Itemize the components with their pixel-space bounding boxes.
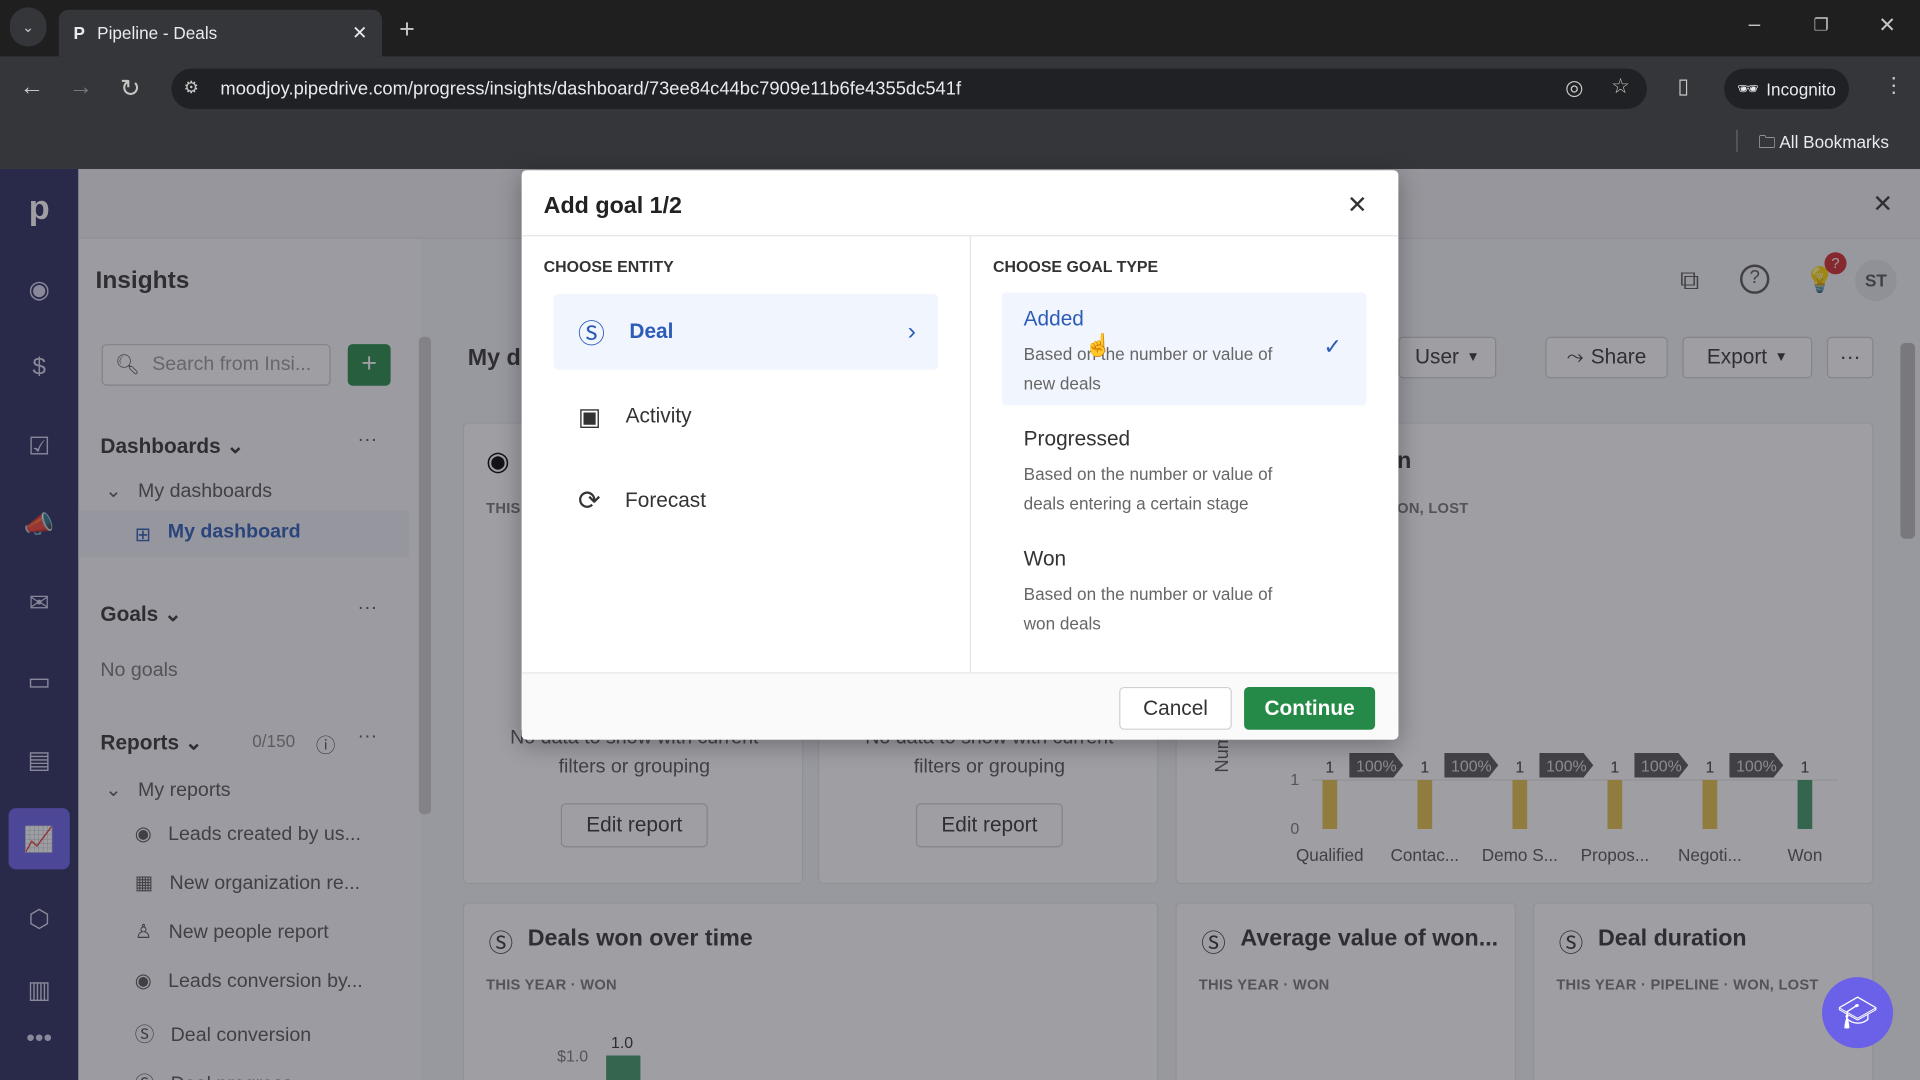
check-icon: ✓ [1323,334,1343,359]
mouse-cursor-icon: ☝ [1084,333,1113,358]
modal-close-icon[interactable]: ✕ [1347,190,1368,221]
tab-title: Pipeline - Deals [97,23,218,43]
academy-graduation-cap-icon[interactable]: 🎓︎ [1822,977,1894,1049]
browser-toolbar: ← → ↻ ⚙ moodjoy.pipedrive.com/progress/i… [0,56,1920,169]
entity-forecast[interactable]: ⟳ Forecast [553,463,937,539]
incognito-label: Incognito [1766,78,1836,99]
dollar-icon: Ⓢ [577,318,605,349]
url-text: moodjoy.pipedrive.com/progress/insights/… [220,78,962,100]
site-info-icon[interactable]: ⚙ [184,77,199,98]
continue-button[interactable]: Continue [1244,686,1376,730]
incognito-badge[interactable]: 🕶 Incognito [1724,68,1849,109]
folder-icon: 🗀 [1758,132,1776,152]
divider [969,236,972,673]
star-icon[interactable]: ☆ [1611,75,1630,99]
choose-goal-type-label: CHOOSE GOAL TYPE [993,257,1159,276]
entity-activity[interactable]: ▣ Activity [553,378,937,454]
forecast-icon: ⟳ [577,484,601,516]
entity-deal[interactable]: Ⓢ Deal › [553,293,938,370]
modal-footer: Cancel Continue [521,672,1399,740]
forward-icon[interactable]: → [69,73,93,101]
back-icon[interactable]: ← [20,73,44,101]
window-close-button[interactable]: ✕ [1878,13,1895,37]
browser-menu-icon[interactable]: ⋮ [1883,73,1904,97]
tab-search-button[interactable]: ⌄ [9,7,47,47]
chevron-right-icon: › [907,317,916,345]
pipedrive-favicon-icon: P [73,23,85,43]
restore-button[interactable]: ❐ [1813,15,1828,36]
cancel-button[interactable]: Cancel [1119,686,1232,730]
add-goal-modal: Add goal 1/2 ✕ CHOOSE ENTITY CHOOSE GOAL… [521,170,1399,740]
tab-close-icon[interactable]: ✕ [352,22,367,44]
goal-type-added[interactable]: Added Based on the number or value of ne… [1001,292,1367,406]
goal-type-progressed[interactable]: Progressed Based on the number or value … [1002,413,1367,526]
address-bar[interactable]: ⚙ moodjoy.pipedrive.com/progress/insight… [171,68,1647,109]
modal-title: Add goal 1/2 [521,170,1399,237]
choose-entity-label: CHOOSE ENTITY [543,257,674,276]
incognito-icon: 🕶 [1737,78,1759,98]
sidepanel-icon[interactable]: ▯ [1678,75,1689,99]
eye-off-icon[interactable]: ◎ [1565,76,1583,100]
divider [1736,129,1738,152]
minimize-button[interactable]: – [1749,12,1761,36]
calendar-icon: ▣ [577,403,602,431]
goal-type-won[interactable]: Won Based on the number or value of won … [1002,533,1367,646]
new-tab-button[interactable]: + [399,13,415,45]
browser-tab-strip: ⌄ P Pipeline - Deals ✕ + – ❐ ✕ [0,0,1920,57]
browser-tab[interactable]: P Pipeline - Deals ✕ [58,9,383,57]
all-bookmarks[interactable]: 🗀 All Bookmarks [1758,130,1889,159]
reload-icon[interactable]: ↻ [120,73,141,104]
